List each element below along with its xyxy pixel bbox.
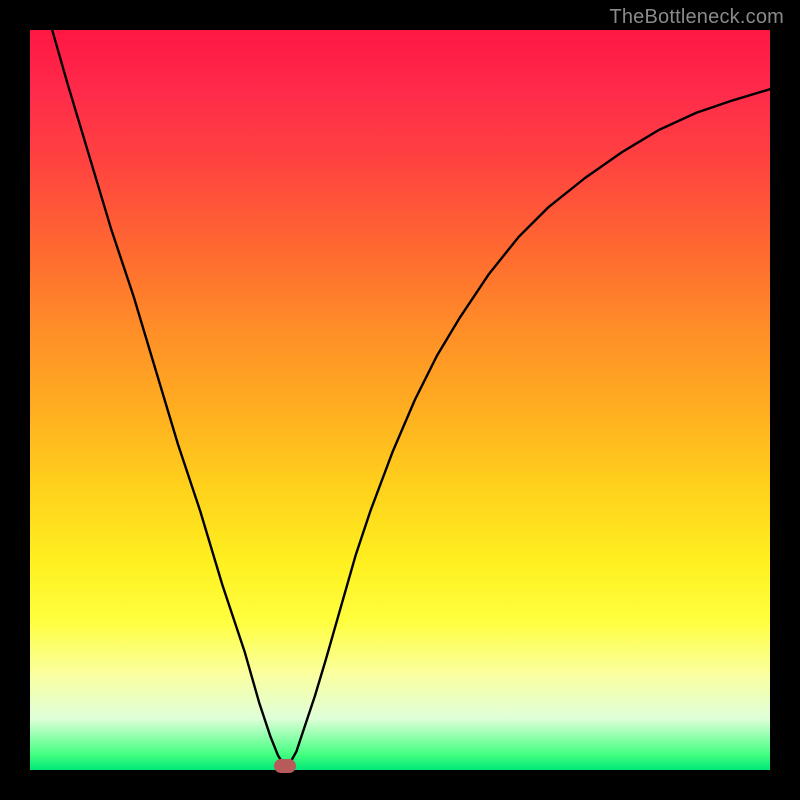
curve-svg <box>30 30 770 770</box>
chart-container: TheBottleneck.com <box>0 0 800 800</box>
watermark-text: TheBottleneck.com <box>609 6 784 29</box>
minimum-marker <box>274 759 296 773</box>
bottleneck-curve <box>52 30 770 768</box>
plot-area <box>30 30 770 770</box>
